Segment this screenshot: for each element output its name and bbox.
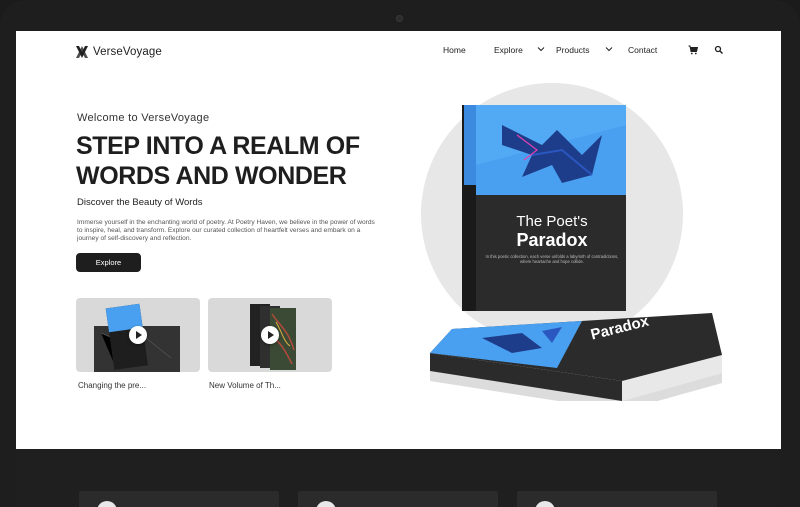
headline-line-1: STEP INTO A REALM OF <box>76 132 360 160</box>
brand-name: VerseVoyage <box>93 46 162 58</box>
chevron-down-icon[interactable] <box>537 45 545 53</box>
feature-card <box>298 491 498 507</box>
nav-home[interactable]: Home <box>443 45 466 55</box>
book-blurb: In this poetic collection, each verse un… <box>485 254 619 264</box>
book-title-line-2: Paradox <box>516 230 588 250</box>
video-card-1[interactable] <box>76 298 200 372</box>
book-standing-image <box>462 105 626 311</box>
video-caption-2[interactable]: New Volume of Th... <box>209 381 281 390</box>
book-title-line-1: The Poet's <box>516 213 588 230</box>
book-cover-title: The Poet's Paradox In this poetic collec… <box>482 213 622 265</box>
brand-logo[interactable]: VerseVoyage <box>75 44 162 60</box>
hero-body: Immerse yourself in the enchanting world… <box>77 219 375 242</box>
logo-icon <box>76 46 88 58</box>
feature-card <box>517 491 717 507</box>
feature-card <box>79 491 279 507</box>
feature-icon <box>535 501 555 507</box>
webcam <box>396 15 403 22</box>
nav-explore[interactable]: Explore <box>494 45 523 55</box>
hero-headline: STEP INTO A REALM OF WORDS AND WONDER <box>76 131 376 191</box>
video-card-2[interactable] <box>208 298 332 372</box>
headline-line-2: WORDS AND WONDER <box>76 162 347 190</box>
video-caption-1[interactable]: Changing the pre... <box>78 381 146 390</box>
nav-products[interactable]: Products <box>556 45 590 55</box>
website-screen: VerseVoyage Home Explore Products Contac… <box>16 31 781 507</box>
welcome-text: Welcome to VerseVoyage <box>77 112 210 124</box>
cart-icon[interactable] <box>688 45 698 55</box>
feature-icon <box>316 501 336 507</box>
nav-contact[interactable]: Contact <box>628 45 657 55</box>
search-icon[interactable] <box>714 45 724 55</box>
book-lying-image <box>430 313 722 401</box>
chevron-down-icon[interactable] <box>605 45 613 53</box>
explore-button[interactable]: Explore <box>76 253 141 272</box>
hero-subhead: Discover the Beauty of Words <box>77 197 203 208</box>
feature-icon <box>97 501 117 507</box>
play-icon[interactable] <box>129 326 147 344</box>
play-icon[interactable] <box>261 326 279 344</box>
